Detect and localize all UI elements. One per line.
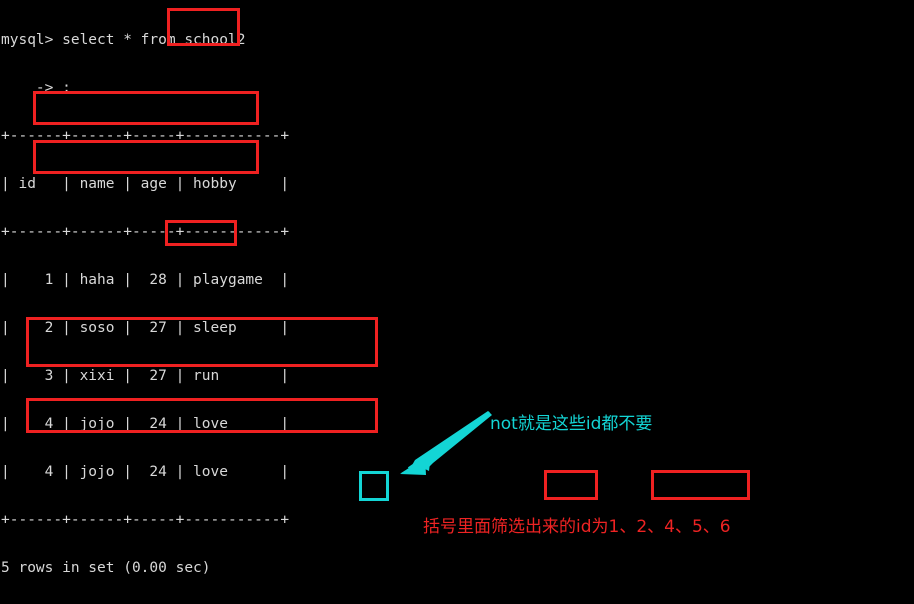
terminal-line: -> ; (1, 80, 71, 96)
terminal-line: | 2 | soso | 27 | sleep | (1, 320, 290, 336)
annotation-not-note: not就是这些id都不要 (490, 414, 653, 434)
terminal-line: +------+------+-----+-----------+ (1, 128, 290, 144)
terminal-line: 5 rows in set (0.00 sec) (1, 560, 211, 576)
terminal-line: | id | name | age | hobby | (1, 176, 290, 192)
terminal-line: | 3 | xixi | 27 | run | (1, 368, 290, 384)
terminal-line: +------+------+-----+-----------+ (1, 224, 290, 240)
terminal-screen: mysql> select * from school2 -> ; +-----… (0, 0, 914, 604)
annotation-arrow-icon (400, 411, 492, 475)
terminal-line: | 1 | haha | 28 | playgame | (1, 272, 290, 288)
terminal-line: mysql> select * from school2 (1, 32, 246, 48)
annotation-ids-note: 括号里面筛选出来的id为1、2、4、5、6 (423, 517, 731, 537)
